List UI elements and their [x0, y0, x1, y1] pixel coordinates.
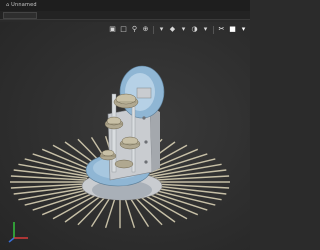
bolt	[144, 140, 148, 144]
axis-triad	[8, 222, 28, 243]
bolt	[142, 116, 146, 120]
rod	[41, 191, 97, 216]
display-icon[interactable]: ■	[228, 25, 237, 34]
fit-view-icon[interactable]: □	[119, 25, 128, 34]
view-toolbar: ▣□⚲⊕▾◆▾◑▾✂■▾●▾◎▾▭▾	[108, 24, 250, 35]
dropdown-icon[interactable]: ▾	[201, 25, 210, 34]
model-scene[interactable]	[0, 22, 250, 250]
z-axis-icon	[8, 237, 15, 243]
toolbar-separator	[213, 25, 214, 34]
document-tab-bar	[0, 11, 250, 20]
app-window: ⌂ Unnamed ▣ □ ⚲ ⊕ ▾ ◆ ▾ ◑ ▾ ✂ ■ ▾	[0, 0, 250, 250]
search-icon[interactable]: ⚲	[130, 25, 139, 34]
zoom-icon[interactable]: ⊕	[141, 25, 150, 34]
shape-icon[interactable]: ◆	[168, 25, 177, 34]
document-tab[interactable]	[3, 12, 37, 19]
main-shaft	[111, 93, 117, 173]
dropdown-icon[interactable]: ▾	[157, 25, 166, 34]
section-icon[interactable]: ✂	[217, 25, 226, 34]
top-hub	[136, 87, 152, 99]
dropdown-icon[interactable]: ▾	[179, 25, 188, 34]
dropdown-icon[interactable]: ▾	[239, 25, 248, 34]
gearbox-model	[10, 65, 230, 229]
toolbar-separator	[153, 25, 154, 34]
render-mode-icon[interactable]: ◑	[190, 25, 199, 34]
bolt	[144, 160, 148, 164]
view-cube-icon[interactable]: ▣	[108, 25, 117, 34]
window-title: ⌂ Unnamed	[0, 0, 250, 11]
